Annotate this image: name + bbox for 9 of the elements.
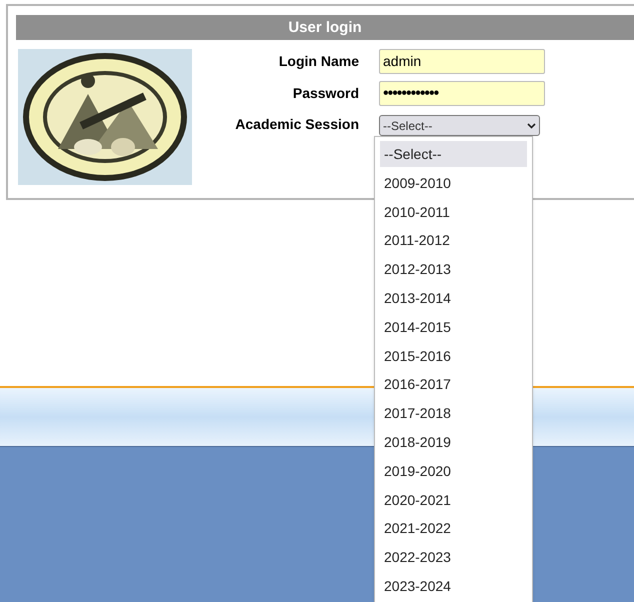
chevron-down-icon bbox=[527, 122, 536, 128]
panel-header: User login bbox=[16, 15, 634, 40]
field-label: Academic Session bbox=[234, 115, 359, 134]
field-label: Login Name bbox=[278, 52, 359, 71]
field-label: Password bbox=[292, 84, 359, 103]
input-field[interactable]: admin bbox=[379, 49, 545, 74]
dropdown-option[interactable]: --Select-- bbox=[380, 141, 527, 167]
session-select[interactable]: --Select-- bbox=[379, 115, 540, 136]
password-field[interactable]: •••••••••••• bbox=[379, 81, 545, 106]
